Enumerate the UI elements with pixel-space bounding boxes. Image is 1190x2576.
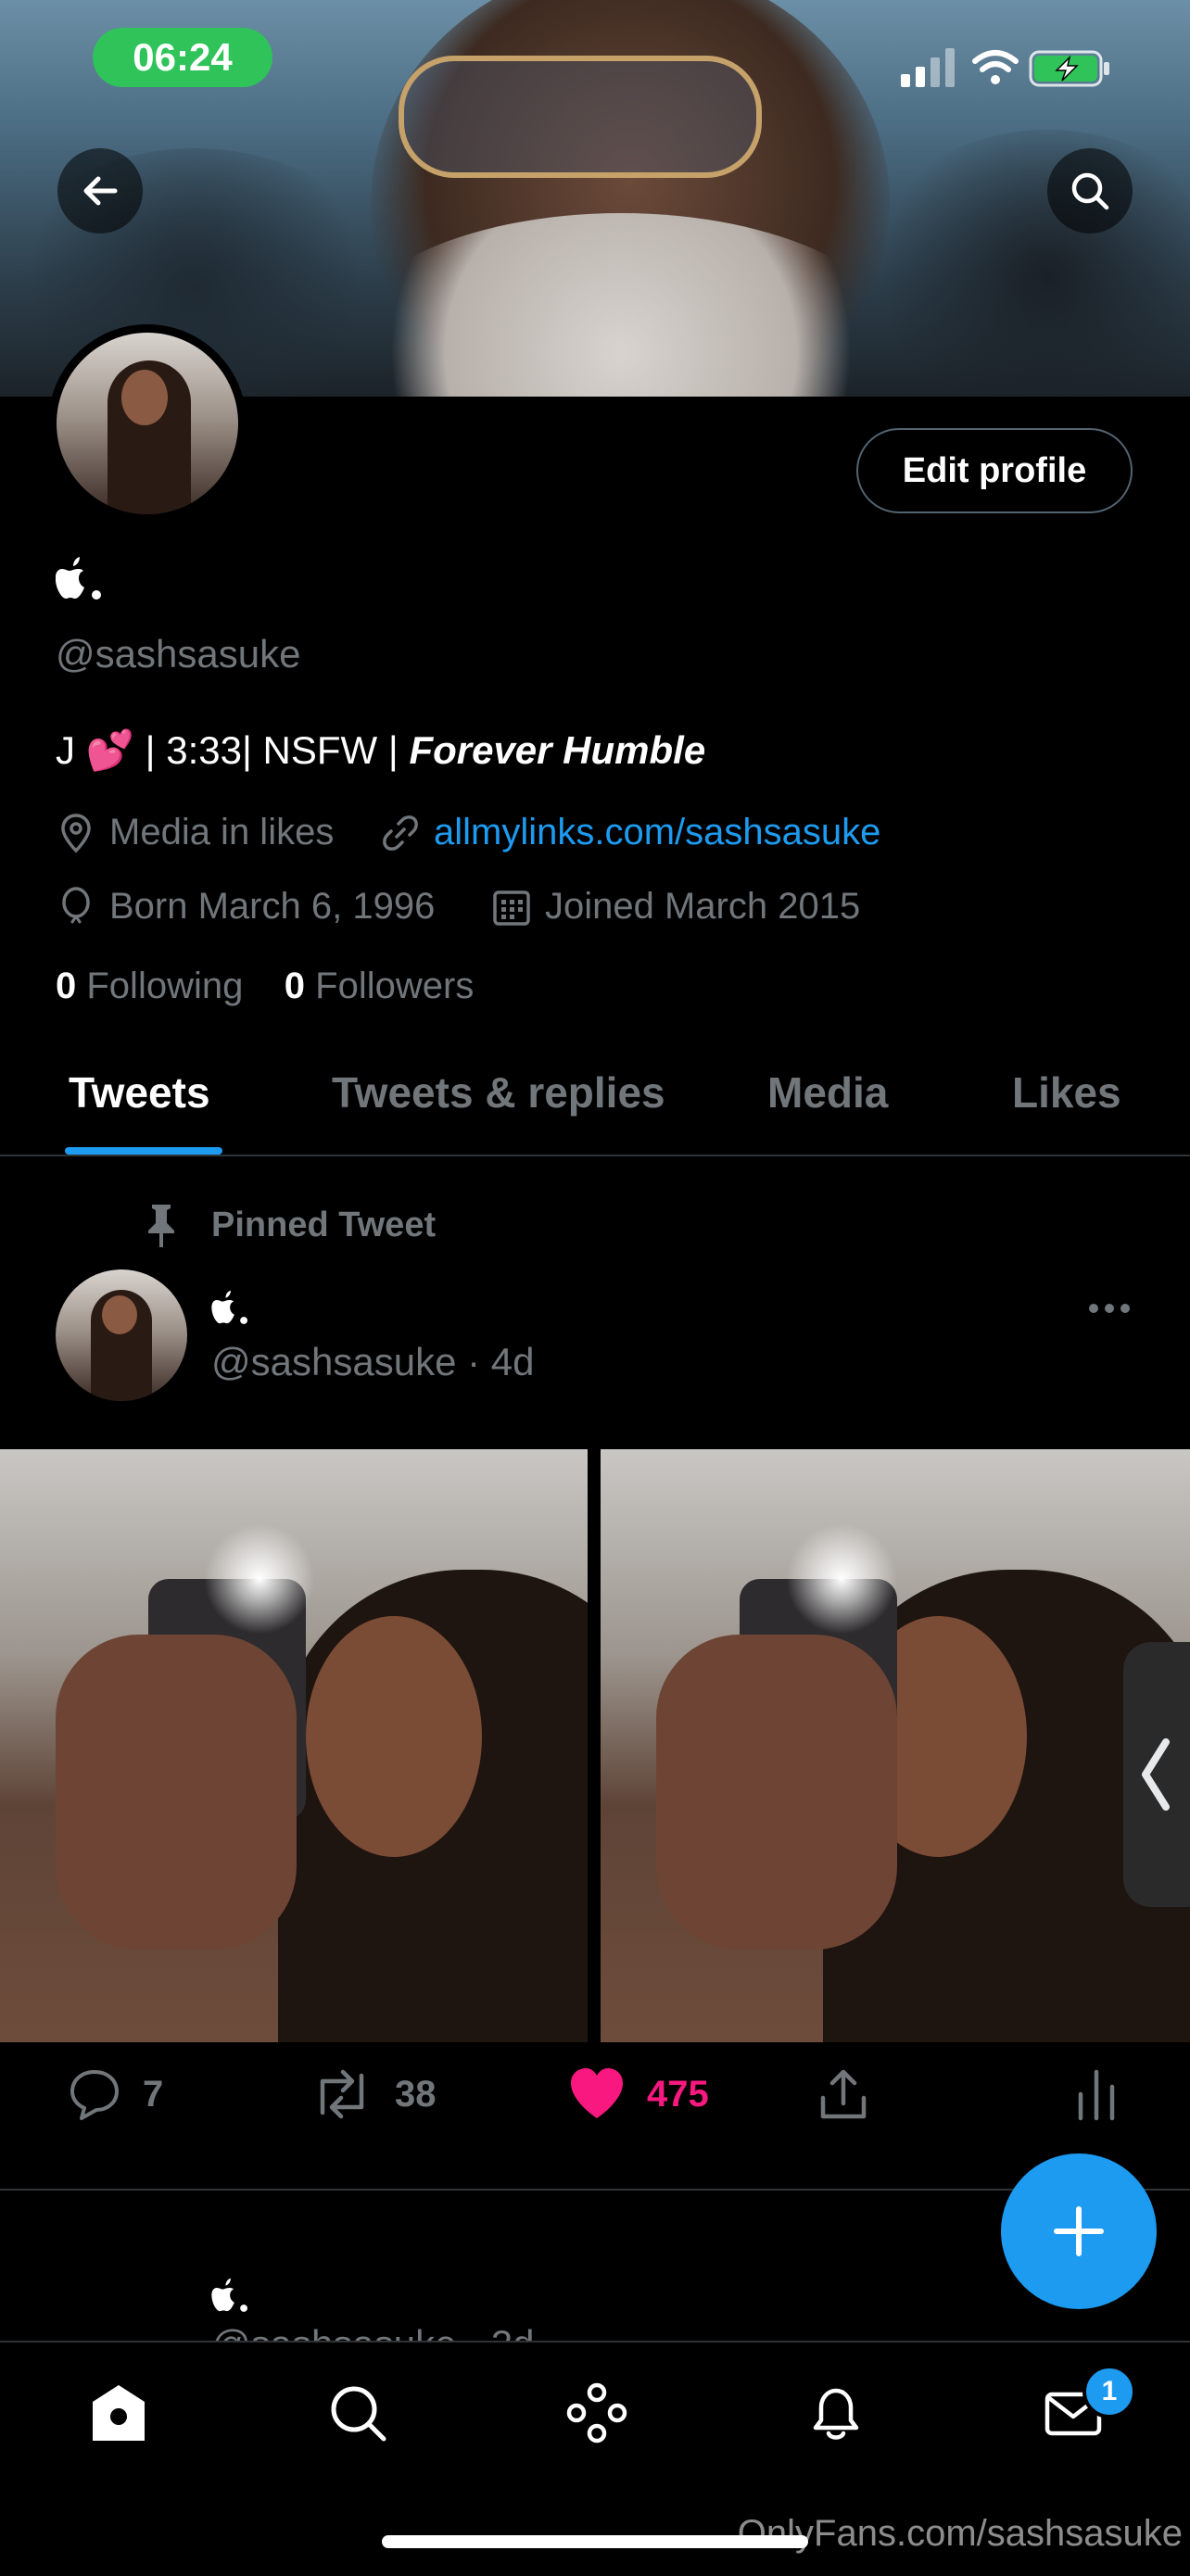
follow-counts: 0 Following 0 Followers [56,966,474,1007]
search-icon [1071,172,1109,210]
search-icon [331,2386,386,2442]
messages-badge: 1 [1082,2365,1136,2418]
edit-profile-button[interactable]: Edit profile [856,428,1133,513]
watermark: OnlyFans.com/sashsasuke [737,2513,1183,2554]
profile-handle: @sashsasuke [56,632,301,676]
following-link[interactable]: 0 Following [56,966,243,1006]
retweet-icon [320,2069,364,2119]
profile-website[interactable]: allmylinks.com/sashsasuke [380,812,880,853]
chevron-left-icon [1142,1738,1170,1811]
next-tweet-author-name [211,2278,263,2318]
profile-joined: Joined March 2015 [491,886,860,928]
joined-text: Joined March 2015 [545,886,861,927]
bio-middle: | 3:33| NSFW | [145,728,410,772]
website-link[interactable]: allmylinks.com/sashsasuke [434,812,880,853]
pinned-label: Pinned Tweet [211,1205,437,1244]
reply-count: 7 [143,2073,164,2115]
profile-name [56,556,120,608]
nav-notifications[interactable] [795,2372,877,2454]
tweet-photo-1[interactable] [0,1449,588,2042]
apple-logo-icon [211,2278,247,2312]
more-horizontal-icon [1089,1304,1130,1313]
following-count: 0 [56,966,77,1006]
pinned-tweet-header: Pinned Tweet [137,1201,436,1249]
balloon-icon [62,886,90,923]
heart-filled-icon [571,2068,623,2118]
location-pin-icon [61,813,91,852]
nav-spaces[interactable] [556,2372,638,2454]
tweet-author-handle: @sashsasuke [211,1340,457,1383]
tab-tweets-replies[interactable]: Tweets & replies [332,1067,665,1118]
bio-prefix: J [56,728,86,772]
profile-location: Media in likes [56,812,334,853]
bell-icon [813,2388,859,2440]
reply-icon [70,2070,119,2120]
home-indicator[interactable] [382,2535,808,2548]
apple-logo-icon [211,1290,247,1324]
reply-button[interactable]: 7 [67,2066,163,2122]
bio-italic: Forever Humble [409,728,706,772]
share-button[interactable] [816,2066,871,2122]
followers-link[interactable]: 0 Followers [285,966,475,1006]
nav-home[interactable] [78,2372,159,2454]
tweet-author-avatar[interactable] [56,1269,187,1401]
nav-search[interactable] [317,2372,399,2454]
status-time: 06:24 [93,28,272,87]
spaces-icon [566,2382,627,2443]
analytics-icon [1078,2069,1115,2121]
tweet-time: · 4d [467,1340,535,1383]
apple-logo-icon [56,557,101,600]
hearts-emoji: 💕 [85,728,134,772]
tab-likes[interactable]: Likes [1012,1067,1121,1118]
birthday-text: Born March 6, 1996 [109,886,436,927]
status-icons [901,46,1114,91]
compose-tweet-button[interactable] [1001,2153,1157,2309]
tab-media[interactable]: Media [767,1067,888,1118]
plus-icon [1054,2206,1104,2256]
side-drawer-handle[interactable] [1123,1642,1190,1907]
followers-label: Followers [315,966,475,1006]
tab-tweets[interactable]: Tweets [69,1067,210,1118]
search-button[interactable] [1047,148,1133,234]
analytics-button[interactable] [1073,2066,1120,2122]
profile-bio: J 💕 | 3:33| NSFW | Forever Humble [56,728,705,774]
tweet-author-name [211,1290,263,1331]
calendar-icon [493,890,530,926]
back-button[interactable] [57,148,143,234]
tweet-more-button[interactable] [1086,1290,1133,1327]
tweet-meta: @sashsasuke · 4d [211,1340,534,1384]
tabs-divider [0,1155,1190,1156]
retweet-count: 38 [395,2073,437,2115]
profile-avatar[interactable] [48,324,247,523]
share-icon [820,2069,867,2119]
tweet-photo-2[interactable] [601,1449,1190,2042]
like-button[interactable]: 475 [567,2066,709,2122]
followers-count: 0 [284,966,306,1006]
link-icon [383,814,418,851]
pin-icon [148,1205,174,1247]
following-label: Following [86,966,244,1006]
like-count: 475 [647,2073,709,2115]
active-tab-indicator [65,1147,222,1155]
retweet-button[interactable]: 38 [310,2066,437,2122]
location-text: Media in likes [109,812,335,852]
arrow-left-icon [83,176,118,206]
profile-birthday: Born March 6, 1996 [56,886,435,928]
home-icon [93,2385,145,2441]
